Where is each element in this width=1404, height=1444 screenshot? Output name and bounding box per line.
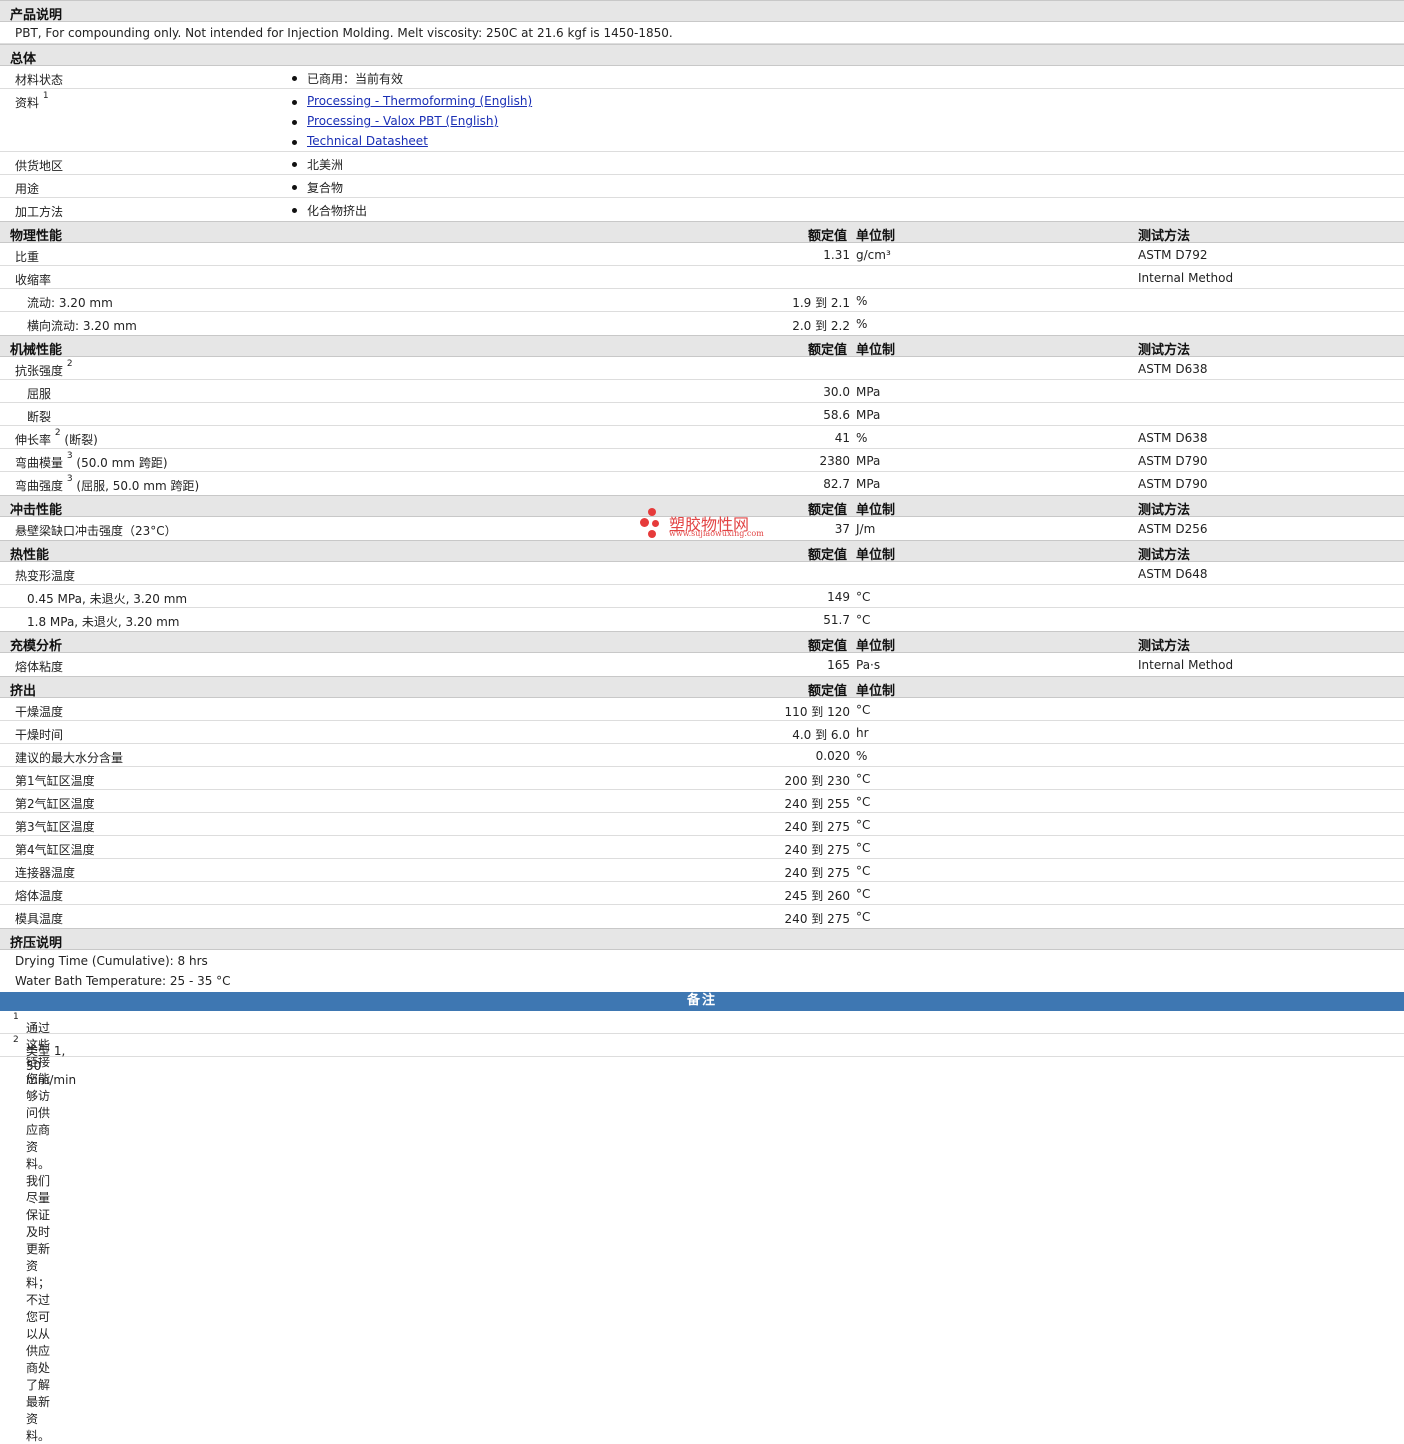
col-unit: 单位制 [856,639,896,654]
section-header-extrusion-notes: 挤压说明 [0,928,1404,951]
col-unit: 单位制 [856,548,896,563]
property-row: 干燥温度 110 到 120 °C [0,698,1404,721]
watermark-dot-icon [652,520,659,527]
property-row: 第3气缸区温度 240 到 275 °C [0,813,1404,836]
section-header-product-desc: 产品说明 [0,0,1404,23]
col-nominal: 额定值 [808,343,848,358]
bullet-item: 复合物 [292,179,343,199]
col-nominal: 额定值 [808,503,848,518]
doc-link-valox[interactable]: Processing - Valox PBT (English) [307,114,498,128]
row-label: 加工方法 [15,205,64,219]
section-header-physical: 物理性能 额定值 单位制 测试方法 [0,221,1404,244]
bullet-item: 北美洲 [292,156,343,176]
property-row: 建议的最大水分含量 0.020% [0,744,1404,767]
property-row: 0.45 MPa, 未退火, 3.20 mm 149 °C [0,585,1404,608]
property-row: 收缩率 Internal Method [0,266,1404,289]
section-title: 产品说明 [10,8,63,23]
general-row-status: 材料状态 已商用：当前有效 [0,66,1404,89]
property-row: 第2气缸区温度 240 到 255 °C [0,790,1404,813]
col-nominal: 额定值 [808,684,848,699]
property-row: 熔体温度 245 到 260 °C [0,882,1404,905]
product-description-text: PBT, For compounding only. Not intended … [15,26,673,40]
property-row: 热变形温度 ASTM D648 [0,562,1404,585]
section-title: 机械性能 [10,343,63,358]
watermark-dot-icon [648,508,656,516]
section-header-mechanical: 机械性能 额定值 单位制 测试方法 [0,335,1404,358]
col-unit: 单位制 [856,343,896,358]
property-row-break: 断裂 58.6 MPa [0,403,1404,426]
doc-link-item: Processing - Valox PBT (English) [292,114,532,134]
property-row: 模具温度 240 到 275 °C [15,910,871,926]
row-label: 用途 [15,182,40,196]
doc-link-thermoforming[interactable]: Processing - Thermoforming (English) [307,94,532,108]
doc-link-datasheet[interactable]: Technical Datasheet [307,134,428,148]
property-row-elongation: 伸长率 2 (断裂) 41% ASTM D638 [0,426,1404,449]
general-row-method: 加工方法 化合物挤出 [0,198,1404,221]
extrusion-note-line: Water Bath Temperature: 25 - 35 °C [15,974,231,988]
section-title: 挤出 [10,684,37,699]
product-description: PBT, For compounding only. Not intended … [0,22,1404,44]
doc-link-item: Technical Datasheet [292,134,532,154]
property-row-flex-strength: 弯曲强度 3 (屈服, 50.0 mm 跨距) 82.7 MPa ASTM D790 [15,474,1208,493]
watermark-dot-icon [640,518,649,527]
property-row: 流动: 3.20 mm 1.9 到 2.1% [0,289,1404,312]
extrusion-note-line: Drying Time (Cumulative): 8 hrs [15,954,208,968]
watermark-dot-icon [648,530,656,538]
col-nominal: 额定值 [808,229,848,244]
col-test: 测试方法 [1138,229,1191,244]
extrusion-notes: Drying Time (Cumulative): 8 hrs Water Ba… [0,950,1404,992]
property-row-tensile: 抗张强度 2 ASTM D638 [0,357,1404,380]
general-row-use: 用途 复合物 [0,175,1404,198]
row-label: 供货地区 [15,159,64,173]
section-header-general: 总体 [0,44,1404,67]
col-test: 测试方法 [1138,503,1191,518]
property-row-melt-viscosity: 熔体粘度 165 Pa·s Internal Method [15,658,1234,674]
col-unit: 单位制 [856,684,896,699]
remark-2: 2 类型 1, 50 mm/min [0,1034,1404,1087]
col-nominal: 额定值 [808,548,848,563]
property-row-flex-modulus: 弯曲模量 3 (50.0 mm 跨距) 2380 MPa ASTM D790 [0,449,1404,472]
col-test: 测试方法 [1138,343,1191,358]
property-row: 连接器温度 240 到 275 °C [0,859,1404,882]
bullet-item: 化合物挤出 [292,202,367,222]
section-title: 充模分析 [10,639,63,654]
section-title: 热性能 [10,548,50,563]
property-row: 干燥时间 4.0 到 6.0 hr [0,721,1404,744]
property-row-yield: 屈服 30.0 MPa [0,380,1404,403]
watermark-logo: 塑胶物性网 www.sujiaowuxing.com [640,506,780,542]
doc-link-item: Processing - Thermoforming (English) [292,94,532,114]
section-title: 挤压说明 [10,936,63,951]
col-unit: 单位制 [856,503,896,518]
general-row-docs: 资料 1 Processing - Thermoforming (English… [0,89,1404,152]
watermark-url: www.sujiaowuxing.com [669,529,764,538]
remarks-header: 备注 [0,992,1404,1011]
section-header-fill: 充模分析 额定值 单位制 测试方法 [0,631,1404,654]
property-row: 1.8 MPa, 未退火, 3.20 mm 51.7 °C [27,613,871,629]
col-nominal: 额定值 [808,639,848,654]
col-unit: 单位制 [856,229,896,244]
bullet-item: 已商用：当前有效 [292,70,403,90]
property-row: 横向流动: 3.20 mm 2.0 到 2.2% [27,317,868,333]
section-header-extrusion: 挤出 额定值 单位制 [0,676,1404,699]
row-label: 材料状态 [15,73,64,87]
section-header-thermal: 热性能 额定值 单位制 测试方法 [0,540,1404,563]
property-row: 第4气缸区温度 240 到 275 °C [0,836,1404,859]
col-test: 测试方法 [1138,548,1191,563]
row-label: 资料 1 [15,91,49,110]
remark-1: 1 通过这些链接您能够访问供应商资料。我们尽量保证及时更新资料；不过您可以从供应… [0,1011,1404,1443]
section-title: 冲击性能 [10,503,63,518]
section-title: 总体 [10,52,37,67]
section-title: 物理性能 [10,229,63,244]
property-row: 第1气缸区温度 200 到 230 °C [0,767,1404,790]
col-test: 测试方法 [1138,639,1191,654]
general-row-region: 供货地区 北美洲 [0,152,1404,175]
property-row: 比重 1.31 g/cm³ ASTM D792 [0,243,1404,266]
